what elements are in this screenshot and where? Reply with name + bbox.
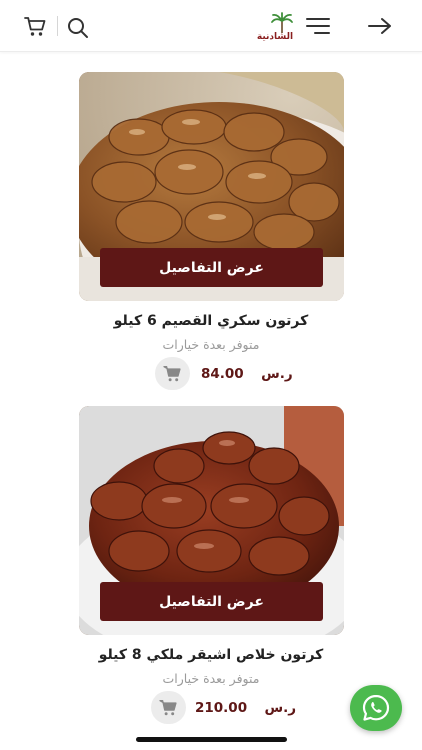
product-card[interactable]: عرض التفاصيل [79,406,344,635]
product-price: ر.س 84.00 [201,366,293,382]
header-divider [57,16,58,36]
product-title[interactable]: كرتون خلاص اشيقر ملكي 8 كيلو [0,647,422,663]
price-currency: ر.س [261,366,293,382]
view-details-button[interactable]: عرض التفاصيل [100,582,323,621]
menu-icon[interactable] [304,15,332,37]
search-icon[interactable] [66,16,90,40]
back-arrow-icon[interactable] [366,15,394,37]
cart-icon [158,699,177,715]
brand-logo-text: الشادنية [256,32,294,42]
add-to-cart-button[interactable] [151,691,186,724]
product-availability: متوفر بعدة خيارات [162,671,260,686]
price-currency: ر.س [264,700,297,716]
home-indicator [136,737,287,742]
whatsapp-button[interactable] [350,685,402,731]
product-title[interactable]: كرتون سكري القصيم 6 كيلو [0,313,422,329]
cart-icon [162,365,181,381]
product-card[interactable]: عرض التفاصيل [79,72,344,301]
view-details-button[interactable]: عرض التفاصيل [100,248,323,287]
app-header: الشادنية [0,0,422,52]
product-price: ر.س 210.00 [195,700,296,716]
brand-logo[interactable]: الشادنية [252,12,298,42]
add-to-cart-button[interactable] [155,357,190,390]
price-value: 84.00 [201,366,244,382]
whatsapp-icon [362,694,390,721]
price-value: 210.00 [195,700,248,716]
cart-icon[interactable] [22,14,50,40]
product-availability: متوفر بعدة خيارات [162,337,260,352]
